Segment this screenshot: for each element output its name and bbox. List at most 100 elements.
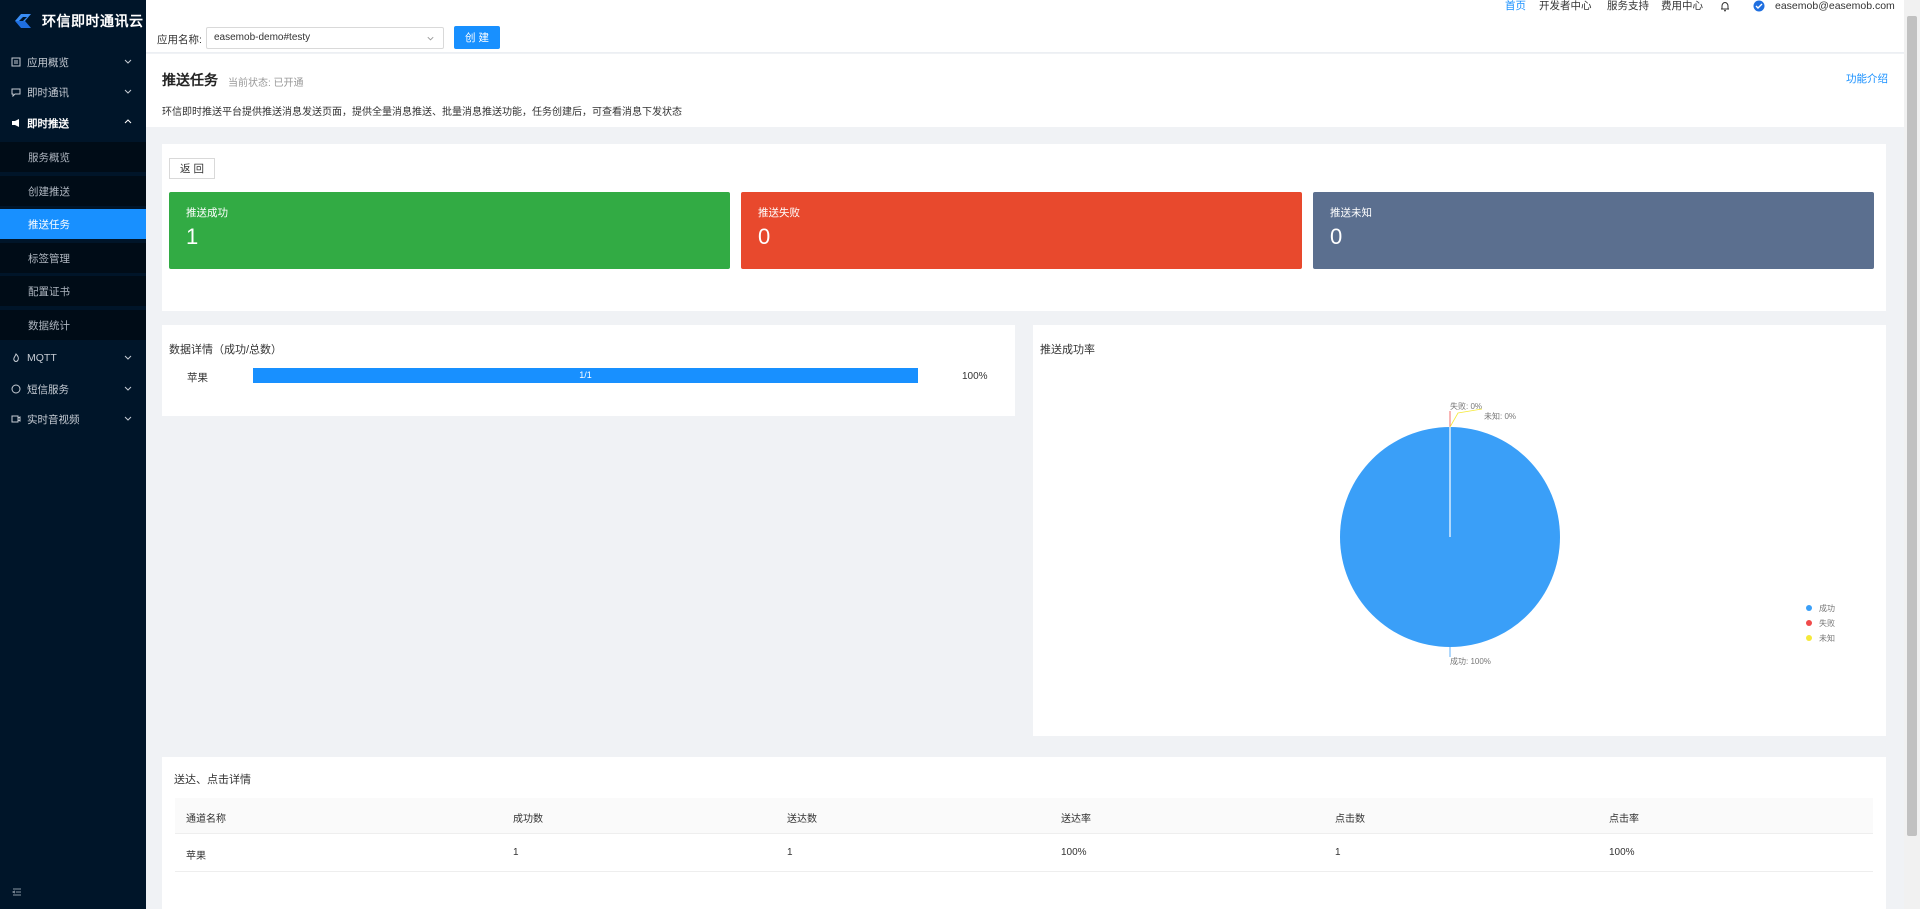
sidebar-item-label: 配置证书 (28, 285, 70, 298)
chevron-down-icon (427, 36, 434, 41)
sidebar-item-label: 短信服务 (27, 383, 69, 396)
table-cell: 100% (1609, 847, 1635, 858)
pie-chart: 失败: 0%未知: 0%成功: 100% 成功失败未知 (1340, 401, 1835, 666)
column-header: 送达数 (787, 814, 817, 825)
sidebar-item-rtc[interactable]: 实时音视频 (0, 405, 146, 433)
table-header: 通道名称 成功数 送达数 送达率 点击数 点击率 (175, 798, 1873, 834)
page-scrollbar[interactable] (1904, 0, 1920, 909)
sidebar: 环信即时通讯云 应用概览 即时通讯 即时推送 服务概览 创建推送 推送任务 标签… (0, 0, 146, 909)
stat-value: 1 (186, 224, 199, 249)
nav-billing[interactable]: 费用中心 (1661, 0, 1703, 14)
menu-collapse-icon[interactable] (11, 886, 23, 898)
sidebar-item-label: 即时推送 (27, 117, 69, 130)
column-header: 通道名称 (186, 814, 226, 825)
chat-icon (11, 87, 21, 97)
nav-user-email[interactable]: easemob@easemob.com (1775, 0, 1895, 14)
detail-title: 数据详情（成功/总数） (169, 344, 283, 356)
sidebar-item-label: 应用概览 (27, 56, 69, 69)
table-cell: 100% (1061, 847, 1087, 858)
table-title: 送达、点击详情 (174, 774, 251, 786)
sidebar-subitem-create-push[interactable]: 创建推送 (0, 176, 146, 206)
sidebar-item-mqtt[interactable]: MQTT (0, 344, 146, 372)
progress-bar-text: 1/1 (579, 370, 592, 380)
sidebar-subitem-tag-management[interactable]: 标签管理 (0, 243, 146, 273)
sidebar-item-label: 即时通讯 (27, 86, 69, 99)
chevron-down-icon (124, 355, 132, 360)
sidebar-item-label: 实时音视频 (27, 413, 80, 426)
sidebar-item-im[interactable]: 即时通讯 (0, 78, 146, 106)
legend-marker-2[interactable] (1806, 635, 1812, 641)
app-select[interactable]: easemob-demo#testy (206, 27, 444, 49)
brand-logo[interactable]: 环信即时通讯云 (0, 0, 146, 42)
top-nav-bar: 首页 开发者中心 服务支持 费用中心 easemob@easemob.com (146, 0, 1904, 16)
app-selector-bar: 应用名称: easemob-demo#testy 创 建 (146, 16, 1904, 53)
pie-label-unknown-leader (1449, 408, 1483, 428)
column-header: 点击率 (1609, 814, 1639, 825)
sidebar-item-label: 创建推送 (28, 185, 70, 198)
bell-icon[interactable] (1720, 1, 1730, 12)
success-rate-panel: 推送成功率 失败: 0% 未知: 0% 成功: 100% 成功 失败 未知 (1033, 325, 1886, 736)
app-select-value: easemob-demo#testy (214, 32, 311, 43)
legend-marker-0[interactable] (1806, 605, 1812, 611)
column-header: 送达率 (1061, 814, 1091, 825)
back-button[interactable]: 返 回 (169, 158, 215, 179)
scrollbar-thumb[interactable] (1907, 16, 1917, 836)
circle-icon (11, 384, 21, 394)
table-cell: 1 (787, 847, 793, 858)
chevron-down-icon (124, 59, 132, 64)
legend-label-0[interactable]: 成功 (1819, 603, 1835, 613)
sidebar-item-sms[interactable]: 短信服务 (0, 375, 146, 403)
sidebar-subitem-push-tasks[interactable]: 推送任务 (0, 209, 146, 239)
service-status: 当前状态: 已开通 (228, 78, 304, 89)
stat-label: 推送失败 (758, 207, 800, 219)
sidebar-item-label: 推送任务 (28, 218, 70, 231)
stat-card-failed: 推送失败 0 (741, 192, 1302, 269)
sidebar-item-label: 标签管理 (28, 252, 70, 265)
app-name-label: 应用名称: (157, 34, 202, 46)
page-header: 推送任务 当前状态: 已开通 功能介绍 环信即时推送平台提供推送消息发送页面，提… (146, 54, 1904, 127)
page-title: 推送任务 (162, 72, 218, 88)
table-cell: 苹果 (186, 851, 206, 862)
data-detail-panel: 数据详情（成功/总数） 苹果 1/1 100% (162, 325, 1015, 416)
brand-name: 环信即时通讯云 (42, 13, 144, 29)
progress-percent: 100% (962, 371, 988, 382)
sidebar-item-push[interactable]: 即时推送 (0, 109, 146, 137)
column-header: 点击数 (1335, 814, 1365, 825)
user-avatar-icon[interactable] (1753, 0, 1765, 12)
legend-label-2[interactable]: 未知 (1819, 633, 1835, 643)
nav-support[interactable]: 服务支持 (1607, 0, 1649, 14)
push-icon (11, 118, 21, 128)
stat-label: 推送成功 (186, 207, 228, 219)
table-row: 苹果 1 1 100% 1 100% (175, 835, 1873, 872)
sidebar-item-label: MQTT (27, 352, 57, 364)
progress-bar: 1/1 (253, 368, 918, 383)
sidebar-item-app-overview[interactable]: 应用概览 (0, 48, 146, 76)
doc-icon (11, 57, 21, 67)
stat-value: 0 (758, 224, 771, 249)
legend-marker-1[interactable] (1806, 620, 1812, 626)
channel-label: 苹果 (187, 372, 208, 384)
legend-label-1[interactable]: 失败 (1819, 618, 1835, 628)
stat-card-success: 推送成功 1 (169, 192, 730, 269)
table-cell: 1 (513, 847, 519, 858)
table-cell: 1 (1335, 847, 1341, 858)
sidebar-item-label: 数据统计 (28, 319, 70, 332)
sidebar-subitem-service-overview[interactable]: 服务概览 (0, 142, 146, 172)
push-stats-panel: 返 回 推送成功 1 推送失败 0 推送未知 0 (162, 144, 1886, 311)
stat-card-unknown: 推送未知 0 (1313, 192, 1874, 269)
create-button[interactable]: 创 建 (454, 26, 500, 49)
sidebar-subitem-certificates[interactable]: 配置证书 (0, 276, 146, 306)
easemob-logo-icon (15, 14, 31, 28)
chevron-up-icon (124, 119, 132, 124)
feature-intro-link[interactable]: 功能介绍 (1846, 71, 1888, 86)
flame-icon (11, 353, 21, 363)
pie-label-unknown: 未知: 0% (1484, 411, 1516, 421)
sidebar-subitem-statistics[interactable]: 数据统计 (0, 310, 146, 340)
chevron-down-icon (124, 89, 132, 94)
column-header: 成功数 (513, 814, 543, 825)
pie-label-success: 成功: 100% (1450, 656, 1491, 666)
video-icon (11, 414, 21, 424)
nav-developer-center[interactable]: 开发者中心 (1539, 0, 1592, 14)
delivery-click-detail-panel: 送达、点击详情 通道名称 成功数 送达数 送达率 点击数 点击率 苹果 1 1 … (162, 757, 1886, 909)
nav-home[interactable]: 首页 (1505, 0, 1526, 14)
